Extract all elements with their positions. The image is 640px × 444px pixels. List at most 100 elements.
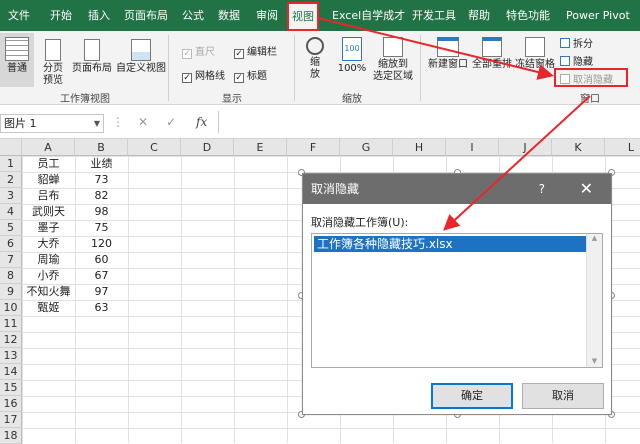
row-header-16[interactable]: 16 [0, 396, 22, 412]
scrollbar[interactable]: ▲ ▼ [586, 234, 602, 367]
cell-b3[interactable]: 82 [75, 188, 128, 204]
row-header-2[interactable]: 2 [0, 172, 22, 188]
row-header-17[interactable]: 17 [0, 412, 22, 428]
cell-a5[interactable]: 墨子 [22, 220, 75, 236]
row-header-10[interactable]: 10 [0, 300, 22, 316]
gridlines-checkbox[interactable]: ✓ 网格线 [182, 67, 225, 83]
column-header-i[interactable]: I [446, 139, 499, 156]
row-header-4[interactable]: 4 [0, 204, 22, 220]
cancel-button[interactable]: 取消 [522, 383, 604, 409]
row-header-6[interactable]: 6 [0, 236, 22, 252]
tab-help[interactable]: 帮助 [468, 0, 490, 31]
insert-function-icon[interactable]: fx [196, 115, 207, 129]
column-header-b[interactable]: B [75, 139, 128, 156]
ok-button[interactable]: 确定 [431, 383, 513, 409]
check-icon: ✓ [182, 49, 192, 59]
zoom-to-selection-button[interactable]: 缩放到 选定区域 [370, 33, 416, 83]
cell-b2[interactable]: 73 [75, 172, 128, 188]
zoom-100-icon: 100 [342, 37, 362, 61]
tab-page-layout[interactable]: 页面布局 [124, 0, 168, 31]
page-break-preview-button[interactable]: 分页 预览 [38, 33, 68, 87]
column-header-k[interactable]: K [552, 139, 605, 156]
normal-view-button[interactable]: 普通 [0, 33, 34, 87]
cell-a3[interactable]: 吕布 [22, 188, 75, 204]
headings-checkbox[interactable]: ✓ 标题 [234, 67, 267, 83]
tab-excel-self-study[interactable]: Excel自学成才 [332, 0, 405, 31]
tab-data[interactable]: 数据 [218, 0, 240, 31]
ruler-checkbox[interactable]: ✓ 直尺 [182, 43, 215, 59]
cell-a7[interactable]: 周瑜 [22, 252, 75, 268]
cell-b8[interactable]: 67 [75, 268, 128, 284]
split-button[interactable]: 拆分 [560, 35, 593, 50]
enter-icon[interactable]: ✓ [166, 115, 176, 129]
tab-insert[interactable]: 插入 [88, 0, 110, 31]
column-header-g[interactable]: G [340, 139, 393, 156]
tab-view[interactable]: 视图 [287, 2, 319, 31]
gridlines-label: 网格线 [195, 71, 225, 82]
cell-b7[interactable]: 60 [75, 252, 128, 268]
zoom-to-selection-icon [383, 37, 403, 57]
row-header-11[interactable]: 11 [0, 316, 22, 332]
help-icon[interactable]: ? [539, 174, 545, 204]
cell-a9[interactable]: 不知火舞 [22, 284, 75, 300]
tab-power-pivot[interactable]: Power Pivot [566, 0, 630, 31]
page-layout-view-button[interactable]: 页面布局 [70, 33, 114, 75]
row-header-5[interactable]: 5 [0, 220, 22, 236]
cell-b10[interactable]: 63 [75, 300, 128, 316]
row-header-7[interactable]: 7 [0, 252, 22, 268]
row-header-12[interactable]: 12 [0, 332, 22, 348]
row-header-14[interactable]: 14 [0, 364, 22, 380]
workbook-list[interactable]: 工作簿各种隐藏技巧.xlsx ▲ ▼ [311, 233, 603, 368]
hide-button[interactable]: 隐藏 [560, 53, 593, 68]
tab-developer[interactable]: 开发工具 [412, 0, 456, 31]
cell-a10[interactable]: 甄姬 [22, 300, 75, 316]
cell-b1[interactable]: 业绩 [75, 156, 128, 172]
name-box[interactable]: 图片 1 ▼ [0, 114, 104, 133]
page-break-preview-label: 分页 预览 [43, 63, 63, 86]
new-window-button[interactable]: 新建窗口 [426, 33, 470, 71]
cell-b9[interactable]: 97 [75, 284, 128, 300]
row-header-9[interactable]: 9 [0, 284, 22, 300]
column-header-j[interactable]: J [499, 139, 552, 156]
tab-formulas[interactable]: 公式 [182, 0, 204, 31]
column-header-a[interactable]: A [22, 139, 75, 156]
unhide-dialog: 取消隐藏 ? ✕ 取消隐藏工作簿(U): 工作簿各种隐藏技巧.xlsx ▲ ▼ … [302, 173, 612, 415]
zoom-100-button[interactable]: 100 100% [336, 33, 368, 75]
column-header-l[interactable]: L [605, 139, 640, 156]
column-header-d[interactable]: D [181, 139, 234, 156]
cell-a6[interactable]: 大乔 [22, 236, 75, 252]
cell-b4[interactable]: 98 [75, 204, 128, 220]
scroll-up-icon[interactable]: ▲ [587, 234, 602, 242]
cancel-icon[interactable]: ✕ [138, 115, 148, 129]
row-header-15[interactable]: 15 [0, 380, 22, 396]
column-header-h[interactable]: H [393, 139, 446, 156]
tab-features[interactable]: 特色功能 [506, 0, 550, 31]
row-header-13[interactable]: 13 [0, 348, 22, 364]
formula-bar-checkbox[interactable]: ✓ 编辑栏 [234, 43, 277, 59]
list-item[interactable]: 工作簿各种隐藏技巧.xlsx [314, 236, 587, 252]
tab-review[interactable]: 审阅 [256, 0, 278, 31]
column-header-f[interactable]: F [287, 139, 340, 156]
custom-views-button[interactable]: 自定义视图 [116, 33, 166, 75]
chevron-down-icon[interactable]: ▼ [94, 115, 100, 132]
arrange-all-button[interactable]: 全部重排 [472, 33, 512, 71]
row-header-18[interactable]: 18 [0, 428, 22, 444]
row-header-8[interactable]: 8 [0, 268, 22, 284]
tab-file[interactable]: 文件 [8, 0, 30, 31]
cell-a8[interactable]: 小乔 [22, 268, 75, 284]
column-header-c[interactable]: C [128, 139, 181, 156]
cell-a2[interactable]: 貂蝉 [22, 172, 75, 188]
select-all-corner[interactable] [0, 139, 22, 156]
zoom-button[interactable]: 缩 放 [300, 33, 330, 81]
close-icon[interactable]: ✕ [580, 174, 593, 204]
cell-a4[interactable]: 武则天 [22, 204, 75, 220]
tab-home[interactable]: 开始 [50, 0, 72, 31]
row-header-3[interactable]: 3 [0, 188, 22, 204]
freeze-panes-button[interactable]: 冻结窗格 [514, 33, 556, 71]
cell-b6[interactable]: 120 [75, 236, 128, 252]
cell-a1[interactable]: 员工 [22, 156, 75, 172]
column-header-e[interactable]: E [234, 139, 287, 156]
cell-b5[interactable]: 75 [75, 220, 128, 236]
row-header-1[interactable]: 1 [0, 156, 22, 172]
scroll-down-icon[interactable]: ▼ [587, 357, 602, 365]
